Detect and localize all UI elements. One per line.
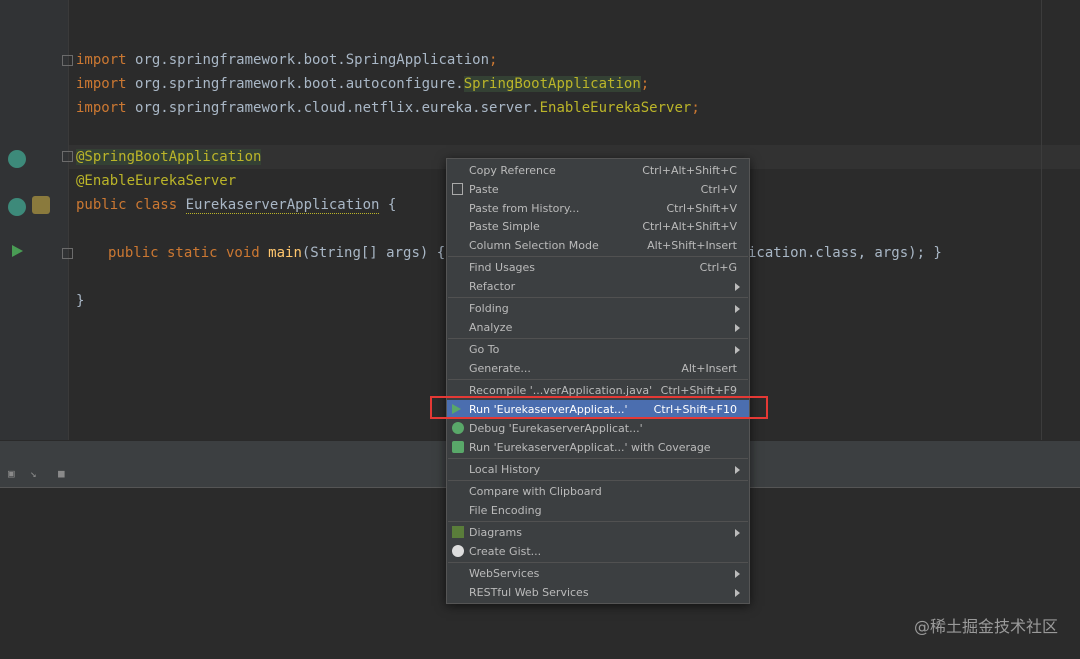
menu-item-copy-reference[interactable]: Copy Reference Ctrl+Alt+Shift+C [447,161,749,180]
menu-separator [448,458,748,459]
submenu-arrow-icon [735,466,740,474]
spring-bean-icon[interactable] [8,150,26,168]
menu-separator [448,379,748,380]
submenu-arrow-icon [735,570,740,578]
submenu-arrow-icon [735,589,740,597]
diagrams-icon [452,526,464,538]
menu-item-compare-clipboard[interactable]: Compare with Clipboard [447,482,749,501]
menu-separator [448,256,748,257]
menu-item-paste-simple[interactable]: Paste Simple Ctrl+Alt+Shift+V [447,217,749,236]
menu-item-debug[interactable]: Debug 'EurekaserverApplicat...' [447,419,749,438]
code-line-annotation-1: @SpringBootApplication [76,149,262,165]
code-line-class-decl: public class EurekaserverApplication { [76,197,397,214]
menu-separator [448,562,748,563]
submenu-arrow-icon [735,324,740,332]
menu-item-analyze[interactable]: Analyze [447,318,749,337]
toolbar-icon[interactable]: ▣ [8,468,20,480]
menu-item-refactor[interactable]: Refactor [447,277,749,296]
debug-icon [452,422,464,434]
watermark: @稀土掘金技术社区 [913,617,1058,636]
menu-item-paste[interactable]: Paste Ctrl+V [447,180,749,199]
toolbar-icon[interactable]: ↘ [30,468,42,480]
menu-item-folding[interactable]: Folding [447,299,749,318]
menu-item-find-usages[interactable]: Find Usages Ctrl+G [447,258,749,277]
submenu-arrow-icon [735,283,740,291]
annotation-highlight-box [430,396,768,419]
code-line-import-2: import org.springframework.boot.autoconf… [76,76,650,92]
menu-item-generate[interactable]: Generate... Alt+Insert [447,359,749,378]
menu-item-create-gist[interactable]: Create Gist... [447,542,749,561]
menu-item-webservices[interactable]: WebServices [447,564,749,583]
menu-item-diagrams[interactable]: Diagrams [447,523,749,542]
menu-separator [448,480,748,481]
spring-bean-icon[interactable] [8,198,26,216]
menu-item-run-coverage[interactable]: Run 'EurekaserverApplicat...' with Cover… [447,438,749,457]
menu-separator [448,338,748,339]
menu-item-file-encoding[interactable]: File Encoding [447,501,749,520]
code-line-main-tail: ication.class, args); } [748,245,942,261]
menu-separator [448,521,748,522]
coverage-icon [452,441,464,453]
right-margin-guide [1041,0,1042,440]
submenu-arrow-icon [735,305,740,313]
editor-gutter [0,0,69,440]
fold-marker[interactable] [62,55,73,66]
menu-item-restful-web-services[interactable]: RESTful Web Services [447,583,749,602]
fold-marker[interactable] [62,248,73,259]
toolbar-icon[interactable]: ■ [58,468,70,480]
run-gutter-icon[interactable] [12,245,23,257]
spring-config-icon[interactable] [32,196,50,214]
code-line-close-brace: } [76,293,85,309]
code-line-main: public static void main(String[] args) {… [108,245,463,261]
fold-marker[interactable] [62,151,73,162]
code-line-annotation-2: @EnableEurekaServer [76,173,237,189]
menu-item-go-to[interactable]: Go To [447,340,749,359]
paste-icon [452,183,463,195]
menu-item-local-history[interactable]: Local History [447,460,749,479]
menu-item-column-selection[interactable]: Column Selection Mode Alt+Shift+Insert [447,236,749,255]
menu-separator [448,297,748,298]
code-line-import-1: import org.springframework.boot.SpringAp… [76,52,498,68]
github-icon [452,545,464,557]
menu-item-paste-history[interactable]: Paste from History... Ctrl+Shift+V [447,199,749,218]
editor-context-menu: Copy Reference Ctrl+Alt+Shift+C Paste Ctrl… [446,158,750,604]
submenu-arrow-icon [735,529,740,537]
code-line-import-3: import org.springframework.cloud.netflix… [76,100,700,116]
submenu-arrow-icon [735,346,740,354]
